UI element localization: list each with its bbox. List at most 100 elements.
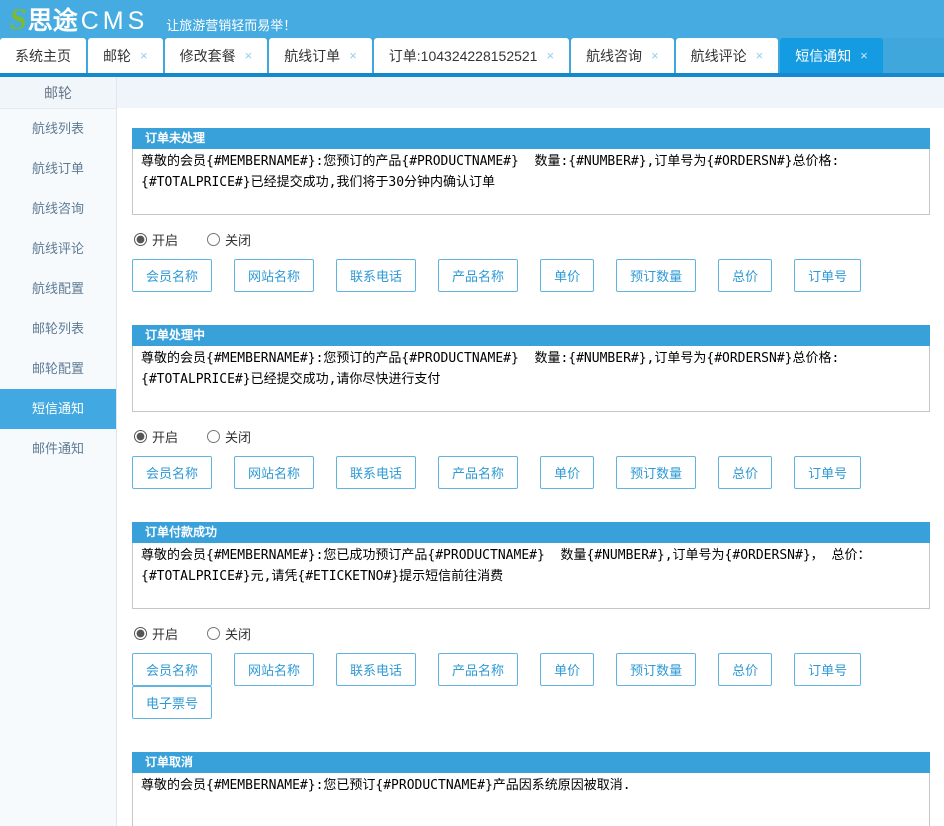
content-panel: 订单未处理 尊敬的会员{#MEMBERNAME#}:您预订的产品{#PRODUC… xyxy=(117,108,944,826)
insert-field-button[interactable]: 产品名称 xyxy=(438,259,518,292)
template-textarea[interactable]: 尊敬的会员{#MEMBERNAME#}:您已预订{#PRODUCTNAME#}产… xyxy=(132,773,930,826)
sidebar-item[interactable]: 航线评论 xyxy=(0,229,116,269)
insert-field-buttons: 会员名称网站名称联系电话产品名称单价预订数量总价订单号 xyxy=(132,259,930,292)
insert-field-buttons: 会员名称网站名称联系电话产品名称单价预订数量总价订单号 xyxy=(132,456,930,489)
sidebar-item[interactable]: 短信通知 xyxy=(0,389,116,429)
sidebar-menu: 航线列表航线订单航线咨询航线评论航线配置邮轮列表邮轮配置短信通知邮件通知 xyxy=(0,109,116,469)
radio-on-option[interactable]: 开启 xyxy=(134,230,178,249)
sidebar-item[interactable]: 航线配置 xyxy=(0,269,116,309)
sms-template-section: 订单取消 尊敬的会员{#MEMBERNAME#}:您已预订{#PRODUCTNA… xyxy=(132,752,930,826)
tab[interactable]: 系统主页 xyxy=(0,38,86,73)
insert-field-button[interactable]: 产品名称 xyxy=(438,653,518,686)
tab[interactable]: 修改套餐 × xyxy=(165,38,268,73)
template-textarea[interactable]: 尊敬的会员{#MEMBERNAME#}:您已成功预订产品{#PRODUCTNAM… xyxy=(132,543,930,609)
insert-field-button[interactable]: 联系电话 xyxy=(336,456,416,489)
tab-label: 短信通知 xyxy=(795,46,851,66)
sidebar-item[interactable]: 航线咨询 xyxy=(0,189,116,229)
radio-on-option[interactable]: 开启 xyxy=(134,427,178,446)
tab[interactable]: 短信通知 × xyxy=(780,38,883,73)
enable-radio-group: 开启 关闭 xyxy=(134,230,930,249)
radio-off-option[interactable]: 关闭 xyxy=(207,427,251,446)
tab-label: 修改套餐 xyxy=(180,46,236,66)
radio-on-option[interactable]: 开启 xyxy=(134,624,178,643)
insert-field-button[interactable]: 产品名称 xyxy=(438,456,518,489)
insert-field-button[interactable]: 总价 xyxy=(718,259,772,292)
insert-field-button[interactable]: 联系电话 xyxy=(336,653,416,686)
tab[interactable]: 邮轮 × xyxy=(88,38,163,73)
sidebar-item[interactable]: 邮件通知 xyxy=(0,429,116,469)
insert-field-buttons: 会员名称网站名称联系电话产品名称单价预订数量总价订单号电子票号 xyxy=(132,653,930,719)
tab-close-icon[interactable]: × xyxy=(756,48,764,63)
app-header: S 思途 CMS 让旅游营销轻而易举！ xyxy=(0,0,944,38)
sms-template-section: 订单处理中 尊敬的会员{#MEMBERNAME#}:您预订的产品{#PRODUC… xyxy=(132,325,930,489)
sidebar-item[interactable]: 邮轮列表 xyxy=(0,309,116,349)
tab[interactable]: 航线咨询 × xyxy=(571,38,674,73)
sms-template-section: 订单付款成功 尊敬的会员{#MEMBERNAME#}:您已成功预订产品{#PRO… xyxy=(132,522,930,719)
insert-field-button[interactable]: 联系电话 xyxy=(336,259,416,292)
insert-field-button[interactable]: 单价 xyxy=(540,653,594,686)
insert-field-button[interactable]: 网站名称 xyxy=(234,259,314,292)
insert-field-button[interactable]: 预订数量 xyxy=(616,653,696,686)
section-title: 订单未处理 xyxy=(132,128,930,149)
tab-label: 邮轮 xyxy=(103,46,131,66)
insert-field-button[interactable]: 订单号 xyxy=(794,653,861,686)
sidebar-item[interactable]: 邮轮配置 xyxy=(0,349,116,389)
tab-close-icon[interactable]: × xyxy=(860,48,868,63)
insert-field-button[interactable]: 预订数量 xyxy=(616,259,696,292)
radio-off-input[interactable] xyxy=(207,233,220,246)
radio-on-input[interactable] xyxy=(134,233,147,246)
insert-field-button[interactable]: 订单号 xyxy=(794,456,861,489)
radio-off-label: 关闭 xyxy=(225,230,251,249)
insert-field-button[interactable]: 电子票号 xyxy=(132,686,212,719)
insert-field-button[interactable]: 网站名称 xyxy=(234,456,314,489)
main-area: 邮轮 航线列表航线订单航线咨询航线评论航线配置邮轮列表邮轮配置短信通知邮件通知 … xyxy=(0,77,944,826)
section-title: 订单处理中 xyxy=(132,325,930,346)
radio-off-option[interactable]: 关闭 xyxy=(207,624,251,643)
tab-close-icon[interactable]: × xyxy=(349,48,357,63)
radio-off-input[interactable] xyxy=(207,430,220,443)
tab-close-icon[interactable]: × xyxy=(651,48,659,63)
logo-brand-en: CMS xyxy=(81,7,149,36)
sms-template-section: 订单未处理 尊敬的会员{#MEMBERNAME#}:您预订的产品{#PRODUC… xyxy=(132,128,930,292)
insert-field-button[interactable]: 总价 xyxy=(718,653,772,686)
radio-on-input[interactable] xyxy=(134,430,147,443)
radio-off-option[interactable]: 关闭 xyxy=(207,230,251,249)
radio-off-label: 关闭 xyxy=(225,427,251,446)
radio-off-input[interactable] xyxy=(207,627,220,640)
tab-label: 订单:104324228152521 xyxy=(389,46,538,66)
insert-field-button[interactable]: 网站名称 xyxy=(234,653,314,686)
tab-close-icon[interactable]: × xyxy=(245,48,253,63)
tab-close-icon[interactable]: × xyxy=(546,48,554,63)
insert-field-button[interactable]: 单价 xyxy=(540,456,594,489)
sidebar-item[interactable]: 航线列表 xyxy=(0,109,116,149)
radio-on-label: 开启 xyxy=(152,230,178,249)
section-title: 订单付款成功 xyxy=(132,522,930,543)
insert-field-button[interactable]: 单价 xyxy=(540,259,594,292)
tab-label: 系统主页 xyxy=(15,46,71,66)
enable-radio-group: 开启 关闭 xyxy=(134,427,930,446)
section-title: 订单取消 xyxy=(132,752,930,773)
insert-field-button[interactable]: 会员名称 xyxy=(132,653,212,686)
sidebar-title: 邮轮 xyxy=(0,77,116,109)
radio-on-label: 开启 xyxy=(152,624,178,643)
app-logo: S 思途 CMS xyxy=(10,1,148,37)
sidebar-item[interactable]: 航线订单 xyxy=(0,149,116,189)
template-textarea[interactable]: 尊敬的会员{#MEMBERNAME#}:您预订的产品{#PRODUCTNAME#… xyxy=(132,346,930,412)
open-tabs-bar: 系统主页 邮轮 × 修改套餐 × 航线订单 × 订单:1043242281525… xyxy=(0,38,944,73)
template-textarea[interactable]: 尊敬的会员{#MEMBERNAME#}:您预订的产品{#PRODUCTNAME#… xyxy=(132,149,930,215)
insert-field-button[interactable]: 订单号 xyxy=(794,259,861,292)
insert-field-button[interactable]: 预订数量 xyxy=(616,456,696,489)
insert-field-button[interactable]: 会员名称 xyxy=(132,259,212,292)
insert-field-button[interactable]: 总价 xyxy=(718,456,772,489)
tab-label: 航线订单 xyxy=(284,46,340,66)
radio-off-label: 关闭 xyxy=(225,624,251,643)
tab[interactable]: 航线订单 × xyxy=(269,38,372,73)
logo-brand-cn: 思途 xyxy=(28,1,78,37)
tab-close-icon[interactable]: × xyxy=(140,48,148,63)
radio-on-input[interactable] xyxy=(134,627,147,640)
tab[interactable]: 航线评论 × xyxy=(676,38,779,73)
radio-on-label: 开启 xyxy=(152,427,178,446)
tab-label: 航线评论 xyxy=(691,46,747,66)
insert-field-button[interactable]: 会员名称 xyxy=(132,456,212,489)
tab[interactable]: 订单:104324228152521 × xyxy=(374,38,569,73)
